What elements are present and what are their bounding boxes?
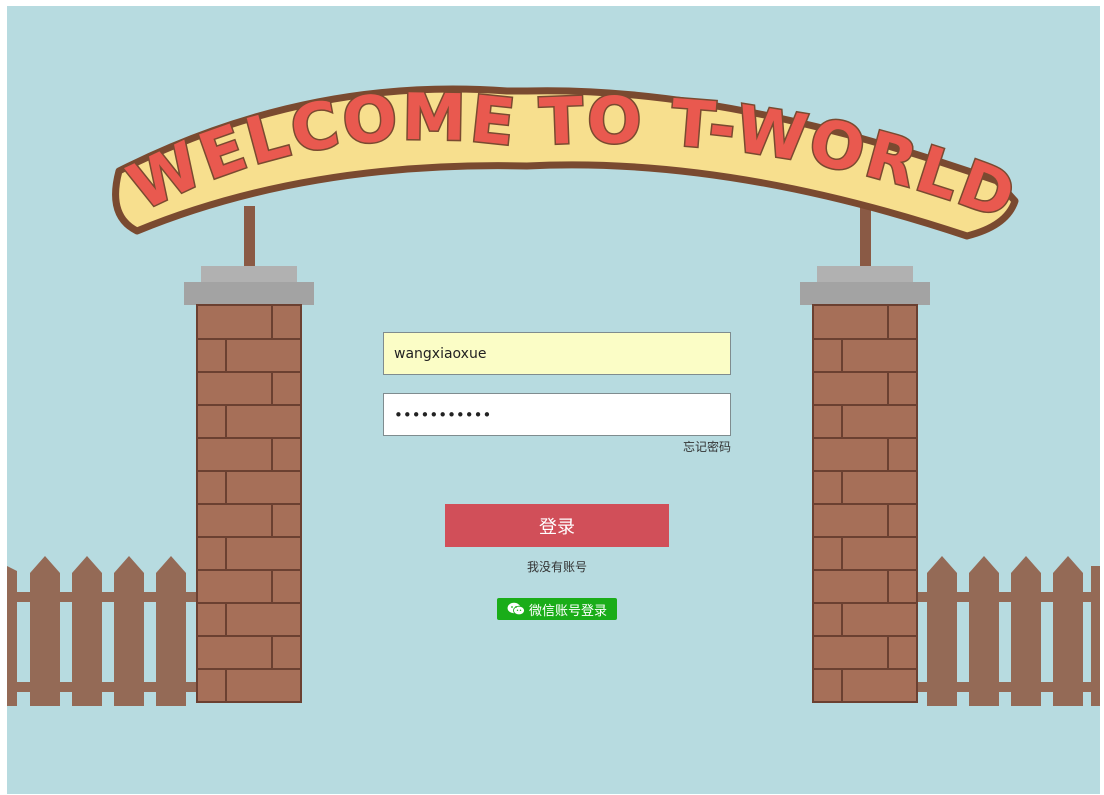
login-scene: WELCOME TO T-WORLD 忘记密码 登录 我没有账号 微信账号登录 bbox=[7, 6, 1100, 794]
wechat-login-button[interactable]: 微信账号登录 bbox=[497, 598, 617, 620]
password-input[interactable] bbox=[383, 393, 731, 436]
wechat-login-label: 微信账号登录 bbox=[528, 603, 607, 619]
register-link[interactable]: 我没有账号 bbox=[445, 558, 669, 575]
left-pillar bbox=[184, 266, 314, 703]
left-fence bbox=[7, 556, 207, 706]
right-fence bbox=[907, 556, 1100, 706]
login-form: 忘记密码 bbox=[383, 332, 731, 455]
right-pillar bbox=[800, 266, 930, 703]
forgot-password-link[interactable]: 忘记密码 bbox=[383, 438, 731, 455]
login-button[interactable]: 登录 bbox=[445, 504, 669, 547]
wechat-icon bbox=[507, 602, 525, 616]
username-input[interactable] bbox=[383, 332, 731, 375]
